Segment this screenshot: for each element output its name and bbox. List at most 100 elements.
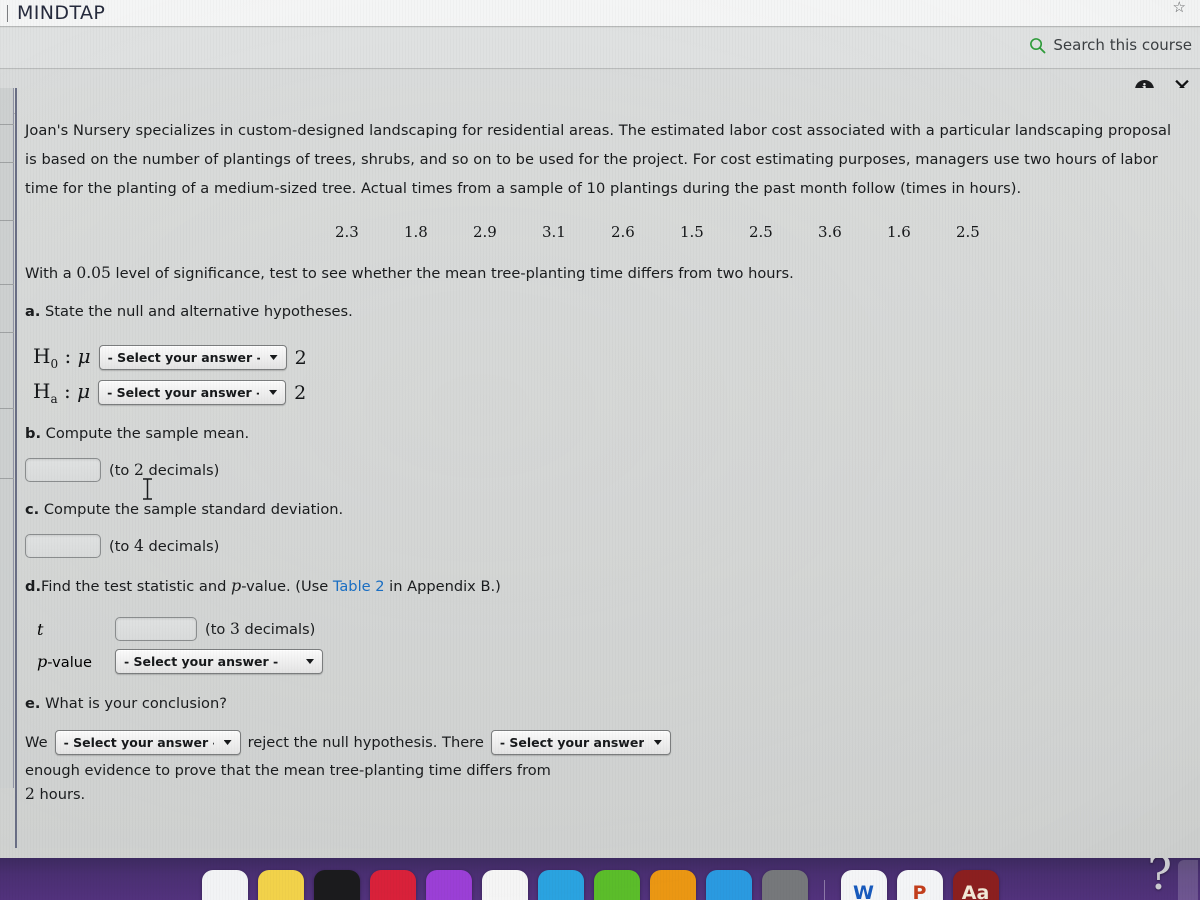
table-2-link[interactable]: Table 2 (333, 578, 385, 595)
colon: : (63, 379, 71, 403)
data-value: 1.5 (680, 223, 704, 241)
part-e-tail-row: 2 hours. (25, 785, 1180, 803)
finder-icon[interactable] (201, 870, 248, 900)
hint-post: decimals) (239, 621, 316, 638)
hint-post: decimals) (143, 462, 220, 479)
netflix-icon[interactable] (481, 870, 528, 900)
part-e-answer-row: We - Select your answer - reject the nul… (25, 730, 1180, 779)
photos-icon[interactable] (537, 870, 584, 900)
part-d-hint: (to 3 decimals) (205, 620, 315, 638)
alt-hypothesis-row: Ha : μ - Select your answer - 2 (25, 379, 1180, 406)
colon: : (64, 344, 72, 368)
significance-pre: With a (25, 265, 77, 282)
left-rail-panel (0, 88, 14, 788)
part-b-answer-row: (to 2 decimals) (25, 458, 1180, 482)
alt-hypothesis-select-wrap: - Select your answer - (98, 380, 287, 405)
conclusion-select-2-wrap: - Select your answer - (490, 730, 671, 755)
h-symbol: H (33, 379, 51, 403)
rail-divider (0, 162, 14, 163)
t-statistic-input[interactable] (115, 617, 197, 641)
sample-stddev-input[interactable] (25, 534, 101, 558)
star-outline-icon[interactable]: ☆ (1173, 0, 1186, 15)
rail-divider (0, 220, 14, 221)
conclusion-mid-text-1: reject the null hypothesis. There (247, 734, 484, 751)
p-value-row: p-value - Select your answer - (25, 649, 1180, 674)
app-titlebar: MINDTAP ☆ (0, 0, 1200, 27)
p-value-select[interactable]: - Select your answer - (115, 649, 323, 674)
hint-post: decimals) (143, 538, 220, 555)
data-value: 3.6 (818, 223, 842, 241)
powerpoint-icon[interactable]: P (896, 870, 943, 900)
null-hypothesis-select[interactable]: - Select your answer - (98, 345, 287, 370)
conclusion-mid-text-2: enough evidence to prove that the mean t… (25, 762, 551, 779)
hint-pre: (to (109, 462, 134, 479)
system-settings-icon[interactable] (761, 870, 808, 900)
search-this-course-button[interactable]: Search this course (1029, 36, 1192, 54)
null-hypothesis-select-wrap: - Select your answer - (98, 345, 287, 370)
h-subscript: a (50, 392, 58, 406)
terminal-icon[interactable] (313, 870, 360, 900)
youtube-icon[interactable] (369, 870, 416, 900)
sample-mean-input[interactable] (25, 458, 101, 482)
search-label: Search this course (1053, 36, 1192, 54)
titlebar-divider (7, 4, 8, 22)
search-icon (1030, 37, 1046, 53)
question-content: Joan's Nursery specializes in custom-des… (15, 88, 1200, 848)
dock-trash-icon[interactable] (1178, 860, 1198, 900)
rail-divider (0, 478, 14, 479)
rail-divider (0, 124, 14, 125)
part-d-prompt: d.Find the test statistic and p-value. (… (25, 572, 1180, 601)
app-logo: MINDTAP (17, 2, 106, 24)
null-hypothesis-value: 2 (294, 346, 307, 369)
significance-level: 0.05 (76, 264, 111, 282)
p-value-label: p-value (37, 652, 107, 671)
alt-hypothesis-label: Ha : μ (33, 379, 90, 406)
conclusion-select-1[interactable]: - Select your answer - (54, 730, 241, 755)
part-c-hint: (to 4 decimals) (109, 537, 219, 555)
conclusion-select-1-wrap: - Select your answer - (54, 730, 241, 755)
data-value: 2.3 (335, 223, 359, 241)
pages-icon[interactable] (649, 870, 696, 900)
part-a-prompt: a. State the null and alternative hypoth… (25, 298, 1180, 326)
hint-num: 3 (229, 620, 240, 638)
t-label: t (37, 619, 44, 639)
hint-num: 4 (133, 537, 144, 555)
part-c-text: Compute the sample standard deviation. (43, 501, 344, 518)
part-c-prompt: c. Compute the sample standard deviation… (25, 496, 1180, 524)
data-value: 1.8 (404, 223, 428, 241)
tail-num: 2 (25, 785, 35, 803)
conclusion-select-2[interactable]: - Select your answer - (490, 730, 671, 755)
notes-icon[interactable] (257, 870, 304, 900)
hint-pre: (to (205, 621, 230, 638)
part-e-text: What is your conclusion? (45, 695, 227, 712)
podcasts-icon[interactable] (425, 870, 472, 900)
conclusion-tail: 2 hours. (25, 785, 85, 803)
tail-rest: hours. (34, 786, 86, 803)
word-icon[interactable]: W (840, 870, 887, 900)
rail-divider (0, 408, 14, 409)
p-value-select-wrap: - Select your answer - (115, 649, 323, 674)
part-d-text-pre: Find the test statistic and (41, 578, 231, 595)
sample-data-row: 2.3 1.8 2.9 3.1 2.6 1.5 2.5 3.6 1.6 2.5 (25, 223, 1180, 241)
part-e-prompt: e. What is your conclusion? (25, 690, 1180, 718)
part-b-label: b. (25, 425, 41, 442)
alt-hypothesis-select[interactable]: - Select your answer - (98, 380, 287, 405)
question-mark-cursor: ? (1147, 858, 1172, 900)
hint-num: 2 (133, 461, 144, 479)
we-label: We (25, 734, 48, 751)
alt-hypothesis-value: 2 (294, 381, 307, 404)
null-hypothesis-row: H0 : μ - Select your answer - 2 (25, 344, 1180, 371)
significance-sentence: With a 0.05 level of significance, test … (25, 259, 1180, 288)
hint-pre: (to (109, 538, 134, 555)
data-value: 1.6 (887, 223, 911, 241)
numbers-icon[interactable] (593, 870, 640, 900)
part-b-prompt: b. Compute the sample mean. (25, 420, 1180, 448)
app-store-icon[interactable] (705, 870, 752, 900)
rail-divider (0, 332, 14, 333)
mu-symbol: μ (77, 344, 91, 368)
dock-separator (823, 880, 825, 900)
dictionary-icon[interactable]: Aa (952, 870, 999, 900)
screen: MINDTAP ☆ Search this course i ✕ Joan's … (0, 0, 1200, 900)
mu-symbol: μ (77, 379, 91, 403)
part-d-text-mid: -value. (Use (241, 578, 333, 595)
